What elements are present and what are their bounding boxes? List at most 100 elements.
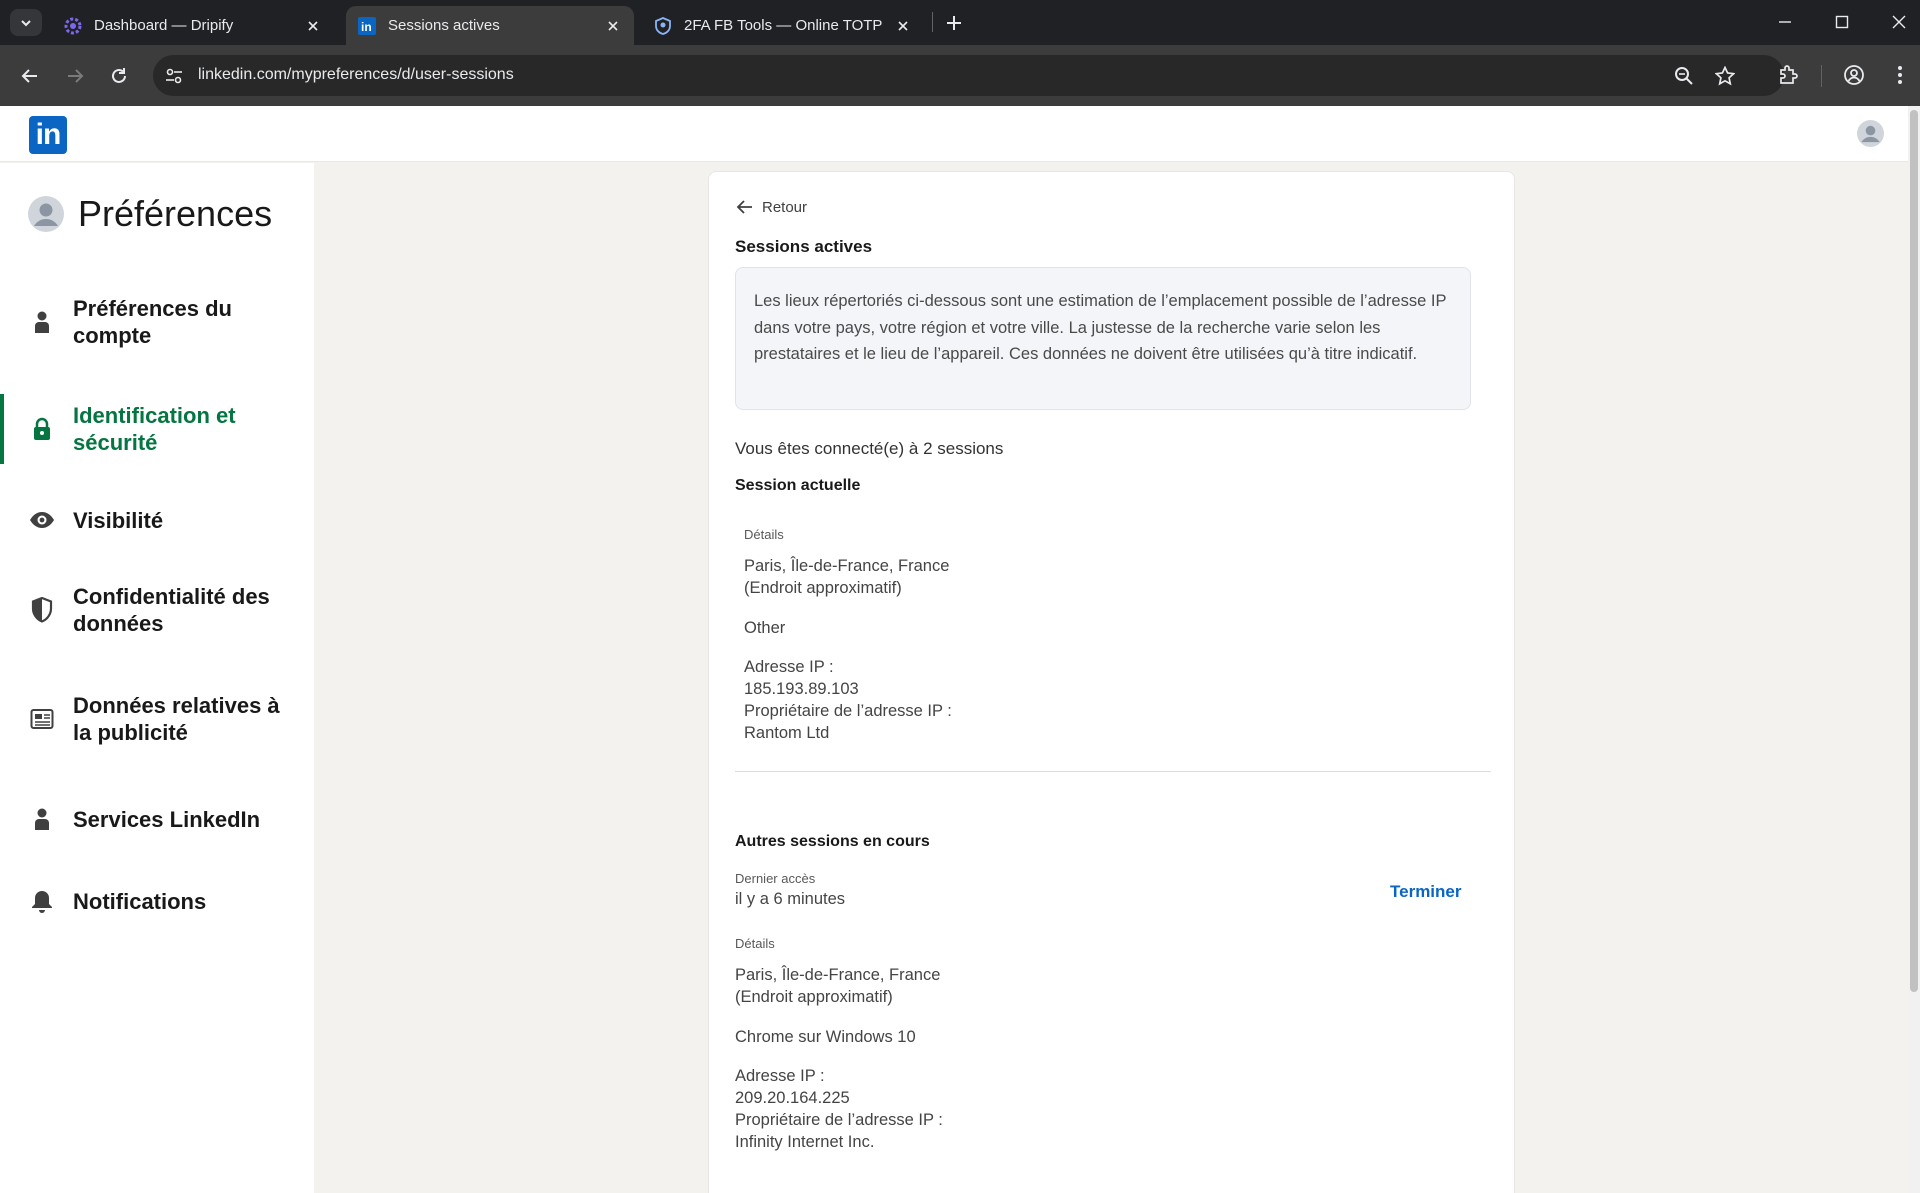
current-session-heading: Session actuelle: [735, 477, 861, 494]
maximize-button[interactable]: [1828, 8, 1856, 36]
bell-icon: [29, 888, 55, 914]
other-ip: 209.20.164.225: [735, 1089, 850, 1107]
current-owner: Rantom Ltd: [744, 724, 830, 742]
other-owner: Infinity Internet Inc.: [735, 1133, 875, 1151]
browser-tabstrip: Dashboard — Dripify in Sessions actives …: [0, 0, 1920, 45]
arrow-left-icon: [736, 200, 752, 214]
other-location: Paris, Île-de-France, France: [735, 966, 941, 984]
last-access-label: Dernier accès: [735, 871, 816, 886]
back-button[interactable]: [15, 61, 45, 91]
sidebar-item-label: Visibilité: [73, 508, 164, 533]
address-bar[interactable]: linkedin.com/mypreferences/d/user-sessio…: [153, 55, 1784, 96]
tab-separator: [932, 12, 933, 32]
eye-icon: [29, 507, 55, 533]
current-ip: 185.193.89.103: [744, 680, 859, 698]
person-icon: [29, 806, 55, 832]
toolbar-divider: [1821, 65, 1822, 87]
other-owner-label: Propriétaire de l’adresse IP :: [735, 1111, 943, 1129]
current-location: Paris, Île-de-France, France: [744, 557, 950, 575]
tab-label: Dashboard — Dripify: [94, 17, 234, 34]
sessions-card: Retour Sessions actives Les lieux répert…: [708, 171, 1515, 1193]
lock-icon: [29, 416, 55, 442]
sidebar-item-label: Données relatives à la publicité: [73, 693, 280, 745]
other-device: Chrome sur Windows 10: [735, 1028, 916, 1046]
current-ip-label: Adresse IP :: [744, 658, 834, 676]
sidebar-item-label: Identification et sécurité: [73, 403, 236, 455]
arrow-right-icon: [68, 69, 84, 83]
info-text: Les lieux répertoriés ci-dessous sont un…: [754, 292, 1447, 363]
reload-icon: [112, 68, 126, 83]
chevron-down-icon: [21, 19, 31, 26]
close-icon[interactable]: [304, 17, 322, 35]
svg-text:in: in: [361, 20, 372, 34]
site-settings-icon[interactable]: [164, 66, 184, 86]
person-icon: [29, 309, 55, 335]
page-title: Préférences: [78, 193, 273, 234]
close-icon[interactable]: [604, 17, 622, 35]
tab-2fa-tools[interactable]: 2FA FB Tools — Online TOTP Co: [642, 6, 924, 45]
sidebar-item-visibility[interactable]: Visibilité: [0, 505, 314, 535]
page-content: in Préférences Préférences du compte Ide…: [0, 106, 1908, 1193]
back-link[interactable]: Retour: [736, 198, 807, 216]
info-notice: Les lieux répertoriés ci-dessous sont un…: [735, 267, 1471, 410]
bookmark-star-icon[interactable]: [1714, 65, 1736, 87]
tab-label: Sessions actives: [388, 17, 500, 34]
details-label: Détails: [735, 936, 775, 951]
window-close-button[interactable]: [1885, 8, 1913, 36]
sidebar-item-label: Préférences du compte: [73, 296, 232, 348]
new-tab-button[interactable]: [942, 11, 966, 35]
sidebar-item-label: Confidentialité des données: [73, 584, 270, 636]
back-label: Retour: [762, 198, 808, 216]
page-scrollbar[interactable]: [1908, 106, 1920, 1193]
minimize-button[interactable]: [1771, 8, 1799, 36]
terminate-session-button[interactable]: Terminer: [1390, 882, 1462, 902]
extensions-icon[interactable]: [1775, 62, 1801, 88]
tab-dripify[interactable]: Dashboard — Dripify: [52, 6, 334, 45]
tab-search-button[interactable]: [10, 9, 42, 36]
maximize-icon: [1835, 15, 1849, 29]
sidebar-item-account-preferences[interactable]: Préférences du compte: [0, 295, 314, 349]
tab-label: 2FA FB Tools — Online TOTP Co: [684, 17, 886, 34]
more-menu-icon[interactable]: [1887, 62, 1913, 88]
reload-button[interactable]: [104, 61, 134, 91]
zoom-icon[interactable]: [1673, 65, 1695, 87]
other-sessions-heading: Autres sessions en cours: [735, 833, 930, 850]
other-ip-label: Adresse IP :: [735, 1067, 825, 1085]
current-location-note: (Endroit approximatif): [744, 579, 902, 597]
shield-icon: [655, 16, 671, 35]
newspaper-icon: [29, 706, 55, 732]
forward-button[interactable]: [60, 61, 90, 91]
current-owner-label: Propriétaire de l’adresse IP :: [744, 702, 952, 720]
sidebar-item-advertising-data[interactable]: Données relatives à la publicité: [0, 692, 314, 746]
linkedin-icon: in: [358, 16, 376, 35]
close-icon[interactable]: [894, 17, 912, 35]
close-icon: [1892, 15, 1906, 29]
sidebar-item-label: Services LinkedIn: [73, 807, 261, 832]
arrow-left-icon: [21, 69, 37, 83]
linkedin-header: in: [0, 106, 1908, 162]
minimize-icon: [1779, 21, 1791, 23]
avatar: [28, 196, 64, 232]
url-text[interactable]: linkedin.com/mypreferences/d/user-sessio…: [198, 66, 514, 84]
sidebar-item-sign-in-security[interactable]: Identification et sécurité: [0, 394, 314, 464]
last-access-value: il y a 6 minutes: [735, 890, 846, 908]
other-location-note: (Endroit approximatif): [735, 988, 893, 1006]
shield-icon: [29, 597, 55, 623]
details-label: Détails: [744, 527, 784, 542]
sidebar-item-data-privacy[interactable]: Confidentialité des données: [0, 583, 314, 637]
session-count: Vous êtes connecté(e) à 2 sessions: [735, 439, 1004, 458]
sidebar-item-label: Notifications: [73, 889, 207, 914]
scrollbar-thumb[interactable]: [1910, 110, 1918, 992]
avatar[interactable]: [1857, 120, 1884, 147]
section-title: Sessions actives: [735, 237, 873, 256]
sidebar-header: Préférences: [28, 193, 272, 235]
sidebar-item-notifications[interactable]: Notifications: [0, 886, 314, 916]
profile-icon[interactable]: [1841, 62, 1867, 88]
current-device: Other: [744, 619, 786, 637]
preferences-sidebar: Préférences Préférences du compte Identi…: [0, 163, 314, 1193]
sidebar-item-linkedin-services[interactable]: Services LinkedIn: [0, 804, 314, 834]
tab-sessions-actives[interactable]: in Sessions actives: [346, 6, 634, 45]
linkedin-logo[interactable]: in: [29, 116, 67, 154]
dripify-icon: [64, 17, 82, 34]
divider: [735, 771, 1491, 772]
